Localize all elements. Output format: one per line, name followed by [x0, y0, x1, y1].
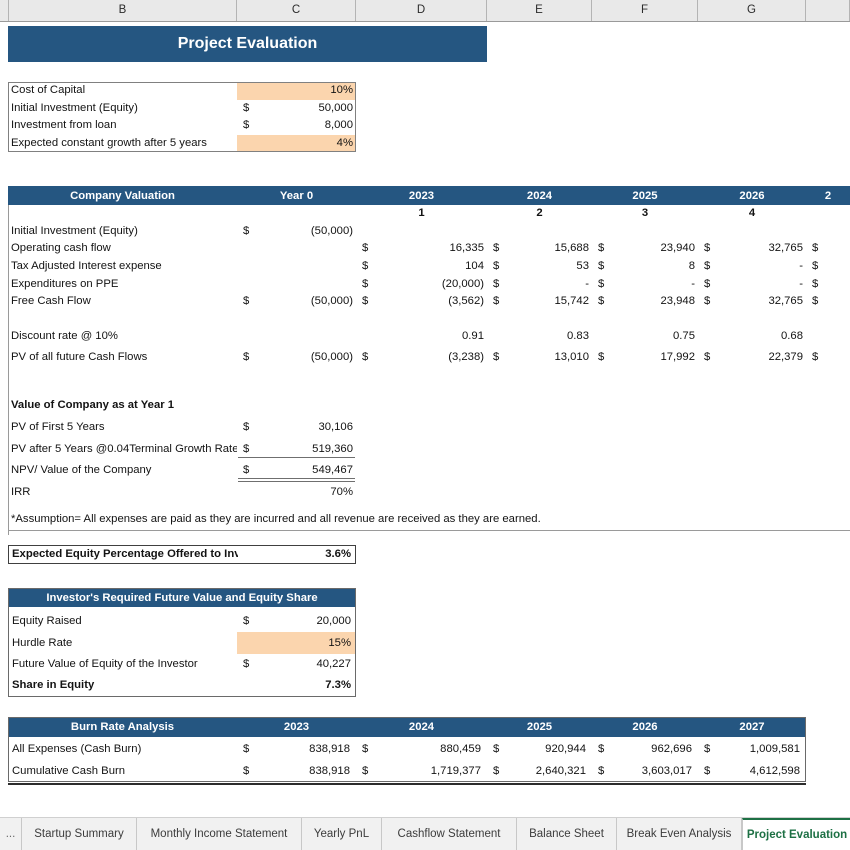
sheet-tab-break-even-analysis[interactable]: Break Even Analysis — [617, 818, 742, 850]
valuation-cell-value: - — [799, 277, 803, 290]
investor-block-outline — [8, 588, 356, 697]
valuation-year-header: 2026 — [739, 189, 765, 202]
column-header-c[interactable]: C — [237, 0, 356, 21]
sheet-tab-startup-summary[interactable]: Startup Summary — [22, 818, 137, 850]
sheet-tab-bar: ... Startup Summary Monthly Income Stateme… — [0, 817, 850, 850]
valuation-year-header: 2025 — [632, 189, 658, 202]
discount-rate-label: Discount rate @ 10% — [11, 330, 118, 343]
valuation-cell-value: 22,379 — [768, 351, 803, 364]
valuation-row-label: Tax Adjusted Interest expense — [11, 259, 162, 272]
valuation-cell-value: 32,765 — [768, 295, 803, 308]
valuation-cell-value: 8 — [688, 259, 695, 272]
valuation-cell-value: 15,688 — [554, 242, 589, 255]
sheet-tab-cashflow-statement[interactable]: Cashflow Statement — [382, 818, 517, 850]
valuation-cell-value: - — [799, 259, 803, 272]
valuation-period-number: 1 — [418, 207, 425, 220]
valuation-cell-value: (20,000) — [441, 277, 484, 290]
assumptions-block — [8, 82, 356, 153]
sheet-tab-monthly-income-statement[interactable]: Monthly Income Statement — [137, 818, 302, 850]
assumption-note: *Assumption= All expenses are paid as th… — [11, 513, 541, 526]
valuation-cell-value: 16,335 — [449, 242, 484, 255]
burn-rate-bottom-rule — [8, 782, 806, 785]
valuation-cell-value: 0.83 — [567, 330, 589, 343]
total-underline — [238, 477, 355, 479]
company-valuation-title: Company Valuation — [70, 189, 175, 202]
valuation-row-label: Initial Investment (Equity) — [11, 224, 138, 237]
valuation-year0-value: (50,000) — [310, 224, 353, 237]
value-of-company-value: 30,106 — [318, 421, 353, 434]
value-of-company-label: IRR — [11, 485, 31, 498]
sheet-tab-project-evaluation[interactable]: Project Evaluation — [742, 818, 850, 850]
page-title: Project Evaluation — [177, 35, 318, 52]
column-header-strip: BCDEFG — [0, 0, 850, 22]
valuation-cell-value: 23,940 — [660, 242, 695, 255]
valuation-cell-value: - — [585, 277, 589, 290]
valuation-cell-value: 0.75 — [673, 330, 695, 343]
valuation-period-number: 4 — [748, 207, 756, 220]
currency-symbol: $ — [812, 295, 819, 308]
valuation-year0-value: (50,000) — [310, 295, 353, 308]
column-header-e[interactable]: E — [487, 0, 592, 21]
valuation-cell-value: 53 — [576, 259, 589, 272]
valuation-row-label: Expenditures on PPE — [11, 277, 119, 290]
valuation-cell-value: 17,992 — [660, 351, 695, 364]
currency-symbol: $ — [812, 242, 819, 255]
valuation-cell-value: 104 — [465, 259, 484, 272]
sheet-title-banner: Project Evaluation — [8, 26, 487, 62]
valuation-cell-value: 23,948 — [660, 295, 695, 308]
tab-overflow-button[interactable]: ... — [0, 818, 22, 850]
equity-offered-value: 3.6% — [325, 547, 351, 560]
column-header-g[interactable]: G — [698, 0, 806, 21]
value-of-company-label: PV of First 5 Years — [11, 421, 105, 434]
burn-rate-table — [8, 717, 806, 782]
valuation-cell-value: - — [691, 277, 695, 290]
column-header-d[interactable]: D — [356, 0, 487, 21]
valuation-cell-value: (3,238) — [448, 351, 484, 364]
column-header-f[interactable]: F — [592, 0, 698, 21]
total-underline — [238, 457, 355, 459]
sheet-tab-yearly-pnl[interactable]: Yearly PnL — [302, 818, 382, 850]
value-of-company-title: Value of Company as at Year 1 — [11, 399, 175, 412]
valuation-cell-value: (3,562) — [448, 295, 484, 308]
valuation-year0-value: (50,000) — [310, 351, 353, 364]
total-underline-double — [238, 480, 355, 482]
year-zero-header: Year 0 — [279, 189, 314, 202]
column-header-b[interactable]: B — [8, 0, 237, 21]
value-of-company-value: 70% — [330, 485, 353, 498]
value-of-company-value: 519,360 — [312, 442, 353, 455]
pv-cashflows-label: PV of all future Cash Flows — [11, 351, 148, 364]
valuation-row-label: Free Cash Flow — [11, 295, 91, 308]
currency-symbol: $ — [812, 351, 819, 364]
valuation-cell-value: 13,010 — [554, 351, 589, 364]
valuation-period-number: 2 — [536, 207, 543, 220]
currency-symbol: $ — [812, 259, 819, 272]
valuation-year-header: 2024 — [526, 189, 553, 202]
valuation-period-number: 3 — [641, 207, 649, 220]
valuation-cell-value: 15,742 — [554, 295, 589, 308]
valuation-cell-value: 0.68 — [781, 330, 803, 343]
currency-symbol: $ — [812, 277, 819, 290]
spreadsheet-canvas: B C D E F G Project Evaluation Cost of Capital 1… — [0, 0, 850, 850]
value-of-company-label: PV after 5 Years @0.04Terminal Growth Ra… — [11, 442, 237, 455]
valuation-year-header: 2023 — [408, 189, 435, 202]
valuation-year-header: 2 — [824, 189, 832, 202]
section-divider — [8, 529, 850, 531]
sheet-tab-balance-sheet[interactable]: Balance Sheet — [517, 818, 617, 850]
column-header-partial[interactable] — [806, 0, 850, 21]
value-of-company-label: NPV/ Value of the Company — [11, 464, 152, 477]
valuation-cell-value: 0.91 — [462, 330, 484, 343]
valuation-cell-value: 32,765 — [768, 242, 803, 255]
valuation-row-label: Operating cash flow — [11, 242, 111, 255]
equity-offered-label: Expected Equity Percentage Offered to In… — [12, 547, 238, 560]
